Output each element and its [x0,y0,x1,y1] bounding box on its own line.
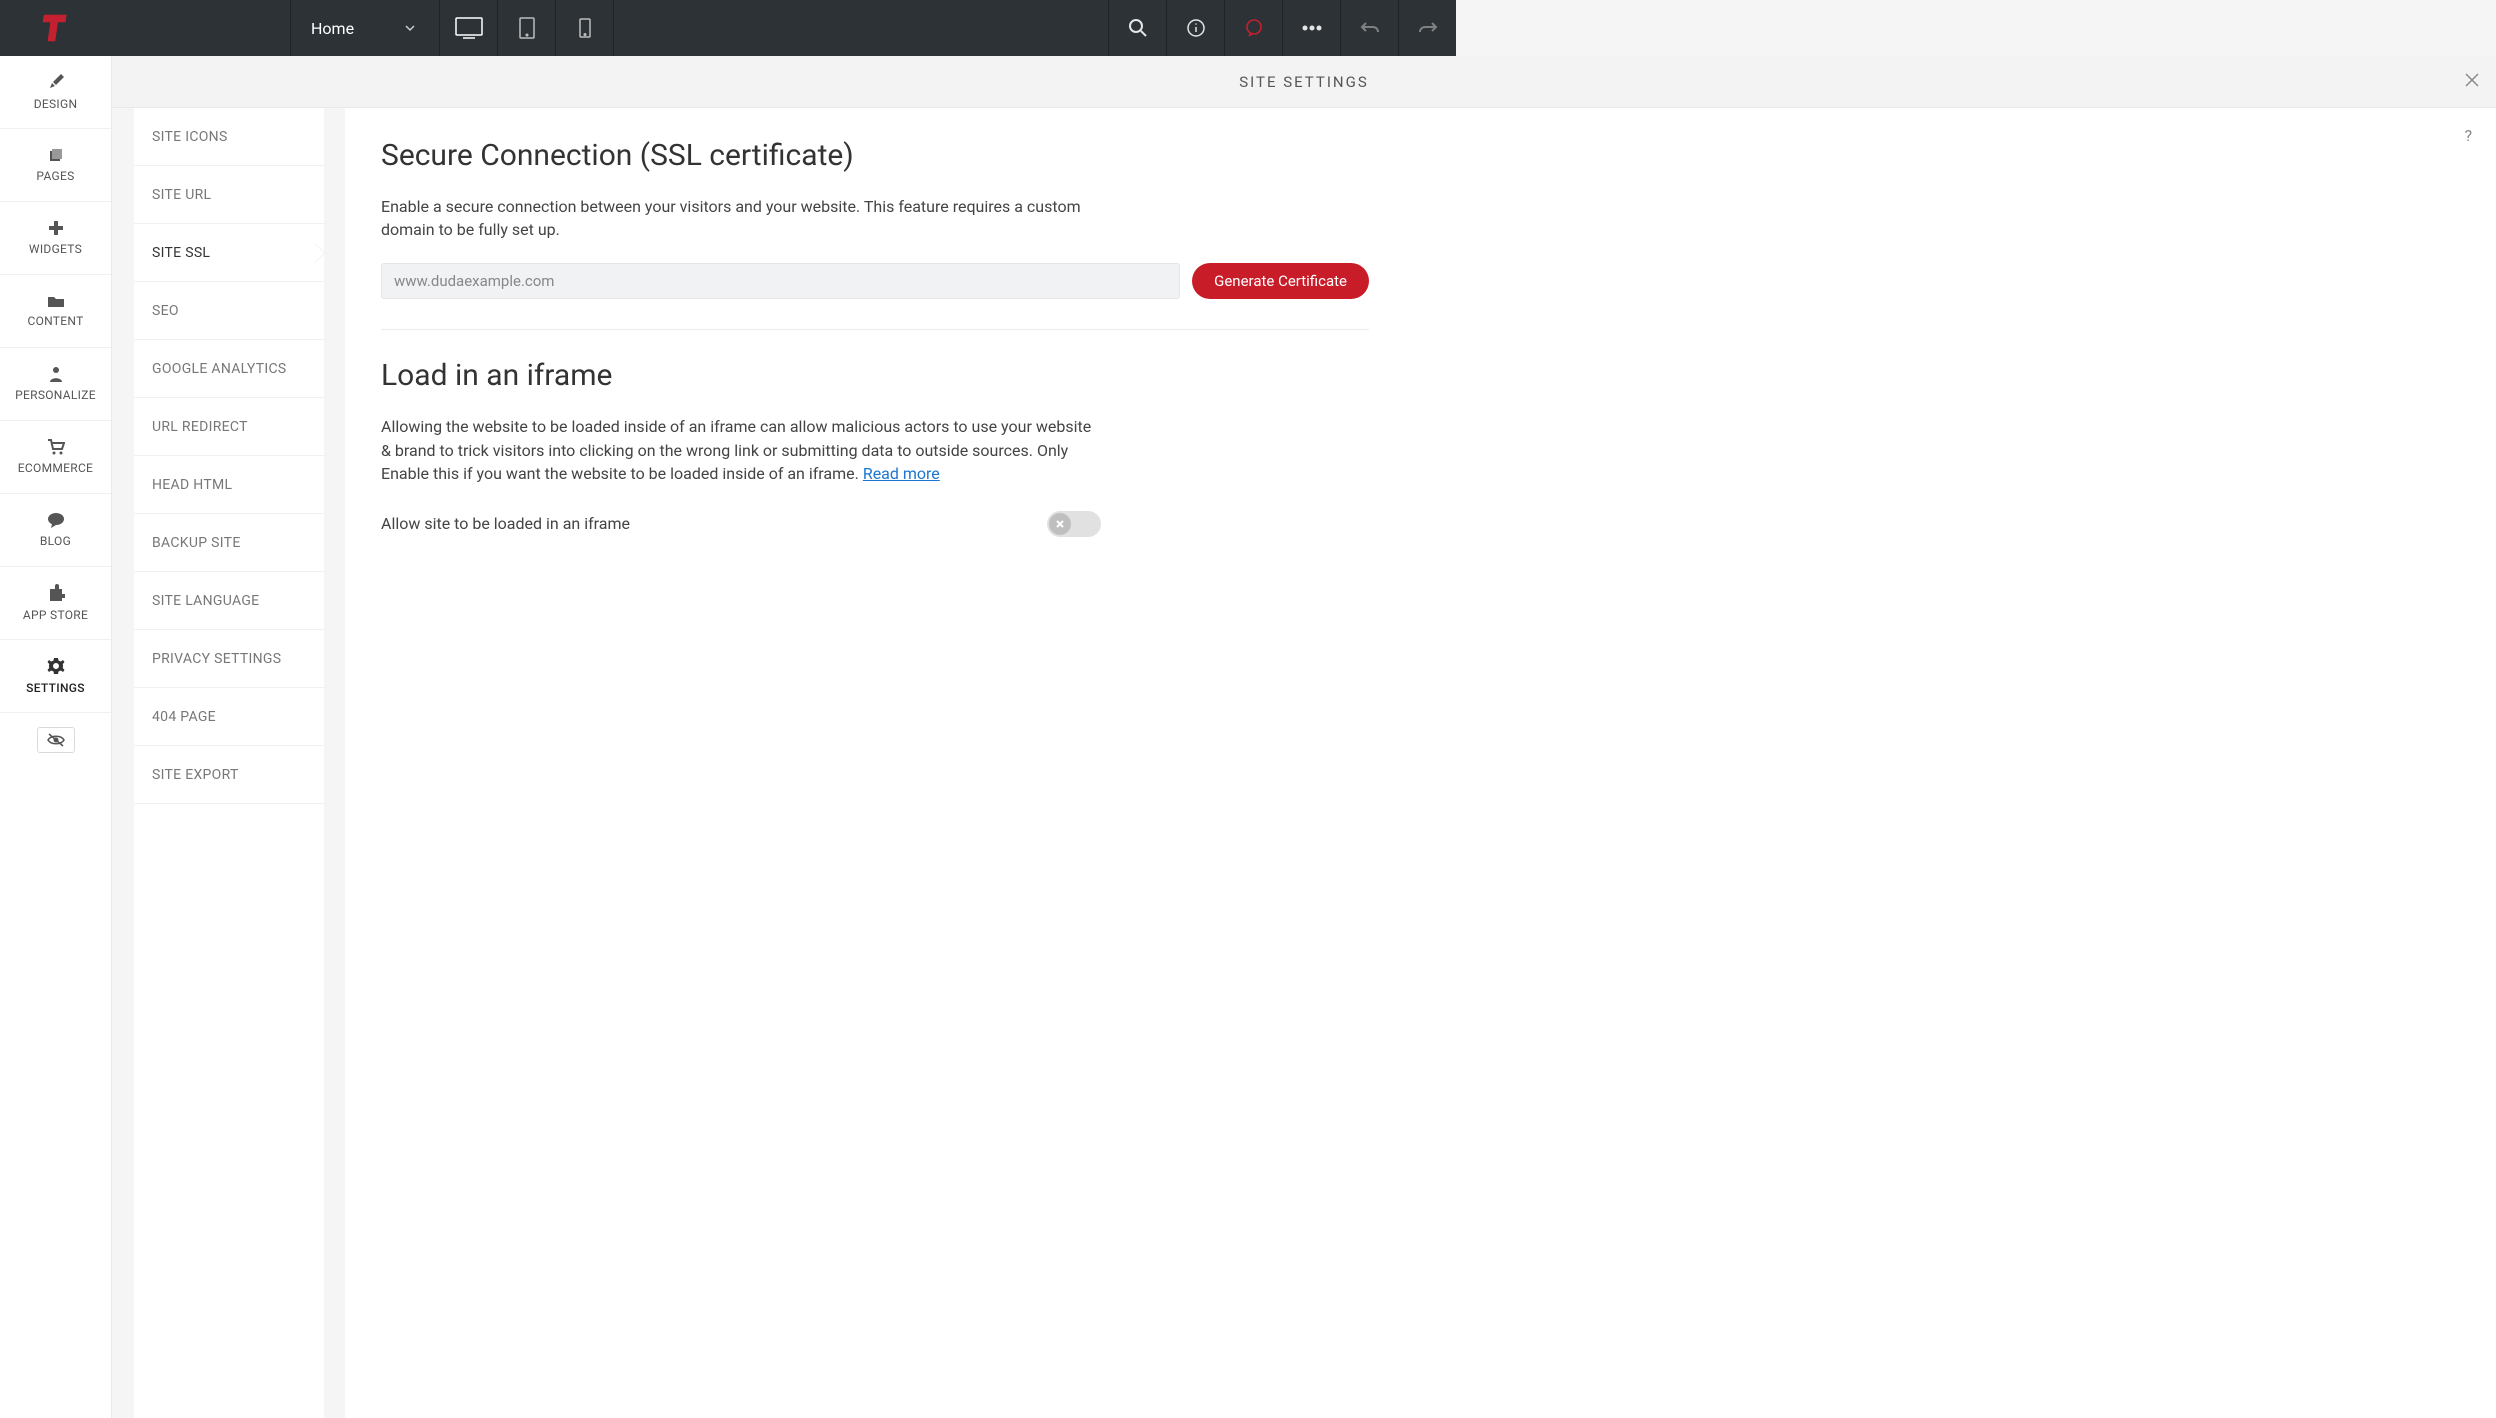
mobile-icon [578,17,592,39]
rail-item-ecommerce[interactable]: ECOMMERCE [0,421,111,494]
device-mobile-button[interactable] [556,0,614,56]
submenu-url-redirect[interactable]: URL REDIRECT [134,398,324,456]
tablet-icon [518,16,536,40]
page-selector[interactable]: Home [290,0,440,56]
rail-label: SETTINGS [26,681,85,695]
rail-label: WIDGETS [29,242,82,256]
rail-item-personalize[interactable]: PERSONALIZE [0,348,111,421]
undo-button[interactable] [1340,0,1398,56]
rail-item-pages[interactable]: PAGES [0,129,111,202]
eye-slash-icon [46,733,66,747]
brush-icon [47,73,65,91]
folder-icon [47,294,65,308]
rail-label: APP STORE [23,608,88,622]
iframe-toggle-label: Allow site to be loaded in an iframe [381,514,630,533]
submenu-404-page[interactable]: 404 PAGE [134,688,324,746]
more-icon [1301,25,1323,31]
rail-item-appstore[interactable]: APP STORE [0,567,111,640]
puzzle-icon [47,584,65,602]
submenu-site-url[interactable]: SITE URL [134,166,324,224]
submenu-seo[interactable]: SEO [134,282,324,340]
rail-item-blog[interactable]: BLOG [0,494,111,567]
ssl-input-row: Generate Certificate [381,263,1369,299]
redo-icon [1418,20,1438,36]
rail-item-design[interactable]: DESIGN [0,56,111,129]
info-icon [1186,18,1206,38]
cart-icon [47,439,65,455]
person-icon [49,366,63,382]
plus-icon [48,220,64,236]
submenu-site-language[interactable]: SITE LANGUAGE [134,572,324,630]
pages-icon [48,147,64,163]
panel-title: SITE SETTINGS [1239,73,1368,91]
content-area: ? Secure Connection (SSL certificate) En… [345,108,2496,1418]
rail-item-content[interactable]: CONTENT [0,275,111,348]
rail-label: CONTENT [27,314,83,328]
settings-submenu: SITE ICONS SITE URL SITE SSL SEO GOOGLE … [134,108,324,1418]
ssl-section-title: Secure Connection (SSL certificate) [381,138,1369,173]
rail-label: BLOG [40,534,71,548]
info-button[interactable] [1166,0,1224,56]
divider [381,329,1369,330]
ssl-section-desc: Enable a secure connection between your … [381,195,1101,241]
preview-toggle[interactable] [37,727,75,753]
submenu-site-export[interactable]: SITE EXPORT [134,746,324,804]
device-tablet-button[interactable] [498,0,556,56]
page-selector-label: Home [311,19,354,38]
panel-close-button[interactable] [2464,72,2480,92]
iframe-toggle[interactable] [1047,511,1101,537]
submenu-google-analytics[interactable]: GOOGLE ANALYTICS [134,340,324,398]
rail-label: PAGES [36,169,74,183]
rail-item-settings[interactable]: SETTINGS [0,640,111,713]
toggle-knob [1049,513,1071,535]
iframe-section-desc: Allowing the website to be loaded inside… [381,415,1101,485]
panel-header: SITE SETTINGS [112,56,2496,108]
rail-item-widgets[interactable]: WIDGETS [0,202,111,275]
domain-input[interactable] [381,263,1180,299]
rail-label: ECOMMERCE [18,461,93,475]
generate-certificate-button[interactable]: Generate Certificate [1192,263,1369,299]
site-logo[interactable] [0,0,112,56]
submenu-backup-site[interactable]: BACKUP SITE [134,514,324,572]
submenu-head-html[interactable]: HEAD HTML [134,456,324,514]
search-icon [1128,18,1148,38]
submenu-site-ssl[interactable]: SITE SSL [134,224,324,282]
chat-bubble-icon [47,512,65,528]
close-icon [2464,72,2480,88]
help-button[interactable]: ? [2464,126,2472,145]
submenu-site-icons[interactable]: SITE ICONS [134,108,324,166]
topbar: Home [0,0,1456,56]
search-button[interactable] [1108,0,1166,56]
x-icon [1055,519,1065,529]
device-desktop-button[interactable] [440,0,498,56]
rail-label: DESIGN [34,97,78,111]
iframe-toggle-row: Allow site to be loaded in an iframe [381,511,1101,537]
chevron-down-icon [404,22,416,34]
iframe-section-title: Load in an iframe [381,358,1369,393]
gear-icon [47,657,65,675]
left-rail: DESIGN PAGES WIDGETS CONTENT PERSONALIZE… [0,56,112,1418]
undo-icon [1360,20,1380,36]
rail-label: PERSONALIZE [15,388,96,402]
read-more-link[interactable]: Read more [863,464,940,483]
comments-button[interactable] [1224,0,1282,56]
more-button[interactable] [1282,0,1340,56]
desktop-icon [454,16,484,40]
chat-icon [1244,18,1264,38]
submenu-privacy-settings[interactable]: PRIVACY SETTINGS [134,630,324,688]
redo-button[interactable] [1398,0,1456,56]
